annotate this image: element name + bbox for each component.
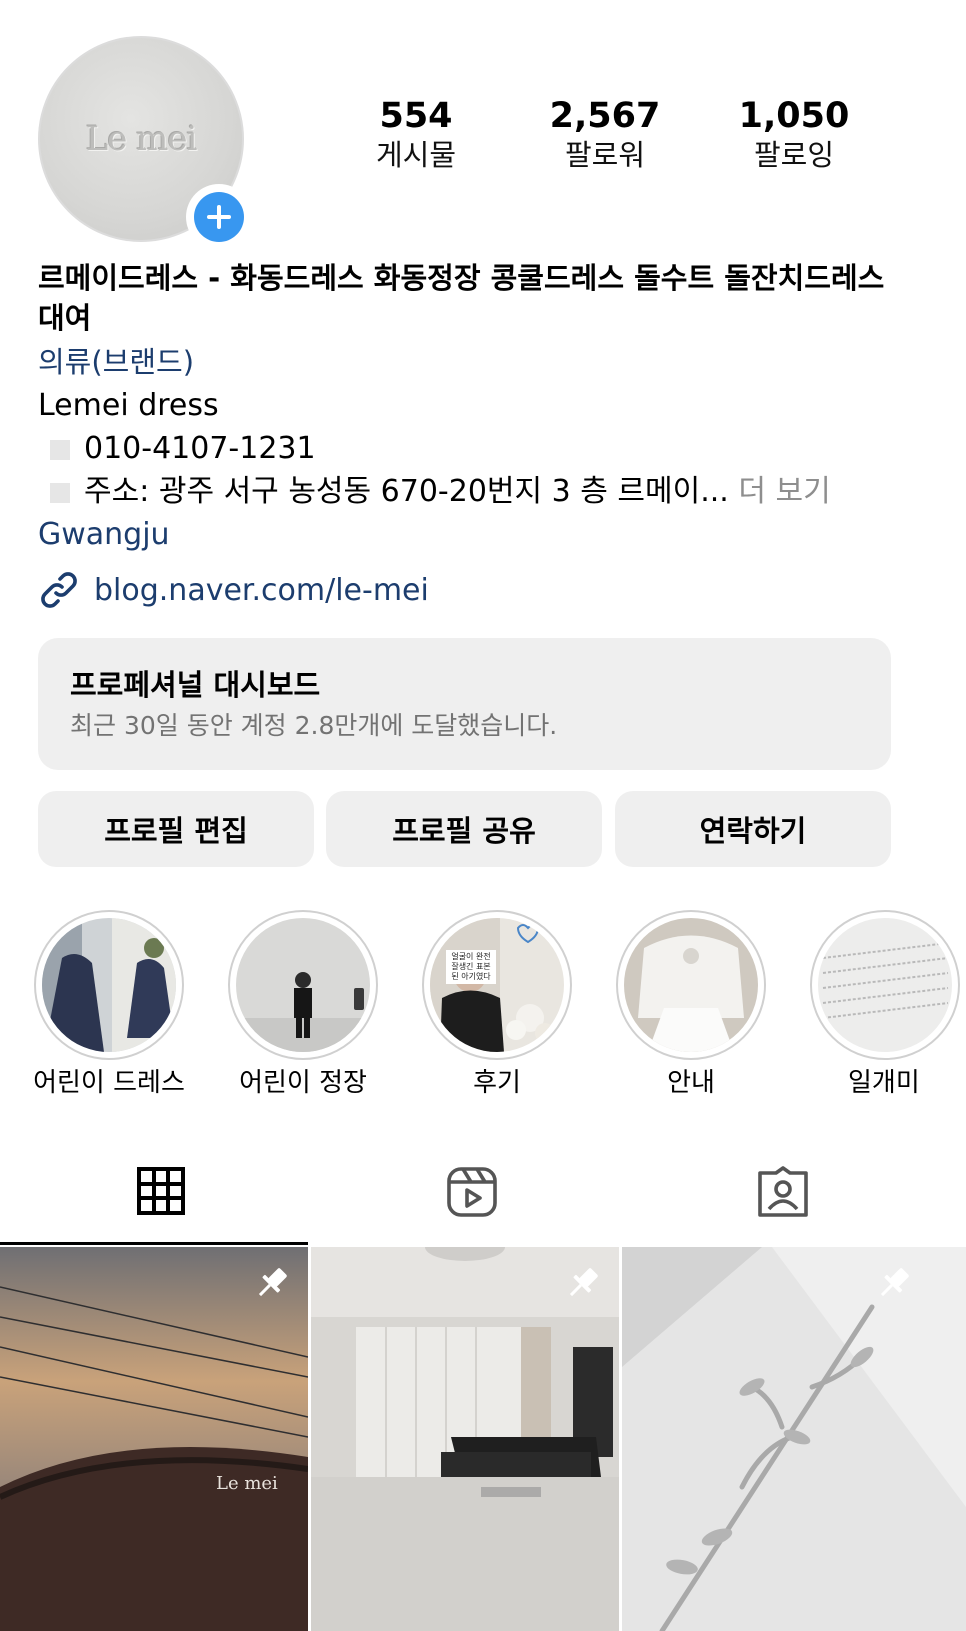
following-count: 1,050 [738, 96, 850, 136]
post-thumbnail[interactable]: Le mei [0, 1247, 308, 1631]
reels-icon [447, 1167, 497, 1217]
dashboard-subtitle: 최근 30일 동안 계정 2.8만개에 도달했습니다. [70, 711, 558, 740]
bio-address: 주소: 광주 서구 농성동 670-20번지 3 층 르메이... [84, 474, 729, 509]
highlight-sticker-text: 얼굴이 완전 잘생긴 표본 된 아기였다 [446, 950, 496, 984]
highlight-item[interactable]: 일개미 [805, 910, 966, 1100]
edit-profile-button[interactable]: 프로필 편집 [38, 791, 314, 867]
share-profile-button[interactable]: 프로필 공유 [326, 791, 602, 867]
phone-emoji-icon [50, 439, 70, 460]
following-stat[interactable]: 1,050 팔로잉 [704, 95, 884, 173]
bio-title: Lemei dress [38, 388, 219, 423]
profile-tabs [0, 1160, 966, 1246]
highlight-cover [42, 918, 176, 1052]
link-icon [41, 572, 77, 608]
posts-count: 554 [379, 96, 453, 136]
profile-location[interactable]: Gwangju [38, 513, 938, 557]
highlight-cover [818, 918, 952, 1052]
profile-category[interactable]: 의류(브랜드) [38, 340, 938, 384]
tab-posts[interactable] [0, 1160, 322, 1246]
contact-button[interactable]: 연락하기 [615, 791, 891, 867]
highlight-cover [624, 918, 758, 1052]
highlight-item[interactable]: 어린이 드레스 [29, 910, 189, 1100]
plus-icon [207, 205, 231, 229]
highlight-item[interactable]: 얼굴이 완전 잘생긴 표본 된 아기였다 후기 [417, 910, 577, 1100]
followers-label: 팔로워 [564, 138, 646, 172]
post-thumbnail[interactable] [311, 1247, 619, 1631]
highlight-label: 어린이 드레스 [33, 1068, 185, 1098]
profile-link-text[interactable]: blog.naver.com/le-mei [94, 573, 429, 608]
highlight-label: 안내 [667, 1068, 715, 1098]
bio-address-line: 주소: 광주 서구 농성동 670-20번지 3 층 르메이... 더 보기 [38, 470, 938, 513]
building-sign-text: Le mei [216, 1473, 278, 1494]
profile-link[interactable]: blog.naver.com/le-mei [38, 567, 938, 613]
more-link[interactable]: 더 보기 [738, 474, 830, 509]
bio-phone-line: 010-4107-1231 [38, 427, 938, 470]
followers-count: 2,567 [549, 96, 661, 136]
dashboard-title: 프로페셔널 대시보드 [70, 668, 321, 702]
highlight-cover [236, 918, 370, 1052]
highlight-item[interactable]: 어린이 정장 [223, 910, 383, 1100]
highlight-label: 후기 [473, 1068, 521, 1098]
posts-stat[interactable]: 554 게시물 [326, 95, 506, 173]
bio-phone: 010-4107-1231 [84, 431, 316, 466]
active-tab-indicator [0, 1242, 308, 1245]
tab-reels[interactable] [311, 1160, 633, 1246]
posts-grid: Le mei [0, 1247, 966, 1631]
professional-dashboard[interactable]: 프로페셔널 대시보드 최근 30일 동안 계정 2.8만개에 도달했습니다. [38, 638, 891, 770]
highlight-label: 어린이 정장 [239, 1068, 367, 1098]
post-thumbnail[interactable] [622, 1247, 966, 1631]
following-label: 팔로잉 [753, 138, 835, 172]
pin-emoji-icon [50, 482, 70, 503]
highlight-item[interactable]: 안내 [611, 910, 771, 1100]
pin-icon [569, 1268, 598, 1297]
highlight-label: 일개미 [848, 1068, 920, 1098]
profile-name: 르메이드레스 - 화동드레스 화동정장 콩쿨드레스 돌수트 돌잔치드레스 대여 [38, 261, 885, 335]
add-story-button[interactable] [186, 184, 252, 250]
profile-stats: 554 게시물 2,567 팔로워 1,050 팔로잉 [0, 95, 966, 185]
followers-stat[interactable]: 2,567 팔로워 [515, 95, 695, 173]
tab-tagged[interactable] [622, 1160, 944, 1246]
grid-icon [137, 1167, 185, 1215]
pin-icon [258, 1268, 287, 1297]
profile-bio: 르메이드레스 - 화동드레스 화동정장 콩쿨드레스 돌수트 돌잔치드레스 대여 … [38, 258, 938, 613]
pin-icon [880, 1268, 909, 1297]
posts-label: 게시물 [375, 138, 457, 172]
highlight-cover: 얼굴이 완전 잘생긴 표본 된 아기였다 [430, 918, 564, 1052]
tagged-icon [758, 1166, 808, 1217]
